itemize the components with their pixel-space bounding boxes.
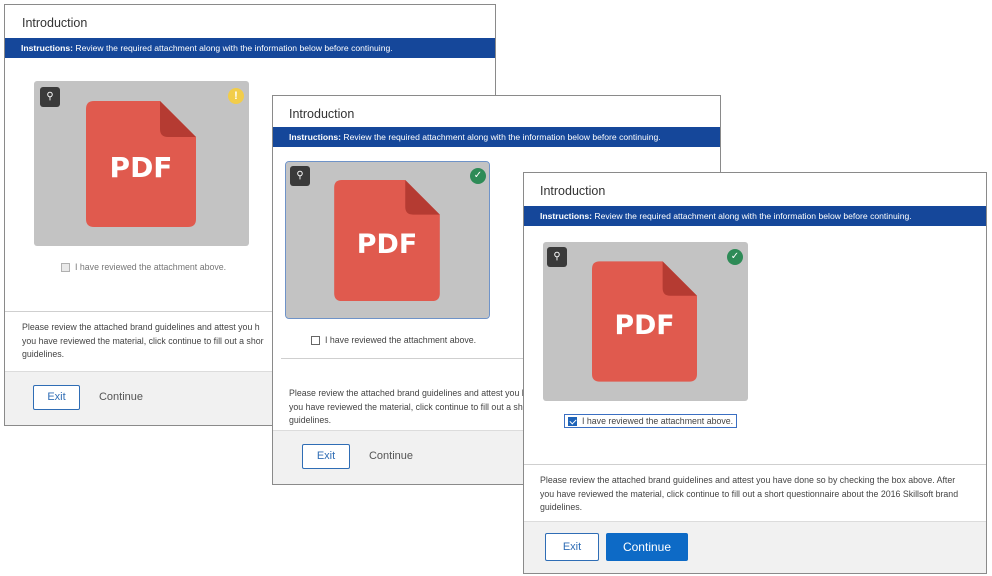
pdf-file-icon: PDF xyxy=(592,261,697,382)
description-text: Please review the attached brand guideli… xyxy=(540,475,959,512)
review-checkbox-row[interactable]: I have reviewed the attachment above. xyxy=(61,262,226,272)
continue-button[interactable]: Continue xyxy=(91,385,151,410)
instructions-bar: Instructions: Review the required attach… xyxy=(524,206,986,226)
attachment-preview[interactable]: ⚲ ✓ PDF xyxy=(543,242,748,401)
magnify-icon[interactable]: ⚲ xyxy=(290,166,310,186)
section-divider xyxy=(524,464,986,465)
dialog-window-3: Introduction Instructions: Review the re… xyxy=(523,172,987,574)
pdf-file-icon: PDF xyxy=(86,101,196,227)
dialog-footer: Exit Continue xyxy=(524,521,986,573)
review-checkbox-label: I have reviewed the attachment above. xyxy=(325,335,477,345)
instructions-label: Instructions: xyxy=(540,211,593,221)
exit-button[interactable]: Exit xyxy=(33,385,80,410)
pdf-label: PDF xyxy=(110,151,173,184)
attachment-preview[interactable]: ⚲ ! PDF xyxy=(34,81,249,246)
magnify-icon[interactable]: ⚲ xyxy=(40,87,60,107)
pdf-label: PDF xyxy=(357,229,417,260)
review-checkbox[interactable] xyxy=(568,416,577,426)
review-checkbox-row[interactable]: I have reviewed the attachment above. xyxy=(563,414,738,428)
instructions-text: Review the required attachment along wit… xyxy=(592,211,912,221)
instructions-text: Review the required attachment along wit… xyxy=(341,132,661,142)
instructions-bar: Instructions: Review the required attach… xyxy=(273,127,720,147)
instructions-bar: Instructions: Review the required attach… xyxy=(5,38,495,58)
instructions-text: Review the required attachment along wit… xyxy=(73,43,393,53)
exit-button[interactable]: Exit xyxy=(302,444,350,469)
continue-button[interactable]: Continue xyxy=(361,444,421,469)
continue-button[interactable]: Continue xyxy=(606,533,688,561)
magnify-icon[interactable]: ⚲ xyxy=(547,247,567,267)
window-title: Introduction xyxy=(540,184,606,198)
check-circle-icon: ✓ xyxy=(470,168,486,184)
instructions-label: Instructions: xyxy=(289,132,342,142)
attachment-preview[interactable]: ⚲ ✓ PDF xyxy=(285,161,490,319)
review-checkbox[interactable] xyxy=(61,262,70,272)
review-checkbox-label: I have reviewed the attachment above. xyxy=(582,416,734,426)
warning-icon: ! xyxy=(228,88,244,104)
pdf-label: PDF xyxy=(614,310,674,341)
review-checkbox[interactable] xyxy=(311,335,320,345)
exit-button[interactable]: Exit xyxy=(545,533,599,561)
instructions-label: Instructions: xyxy=(21,43,74,53)
review-checkbox-row[interactable]: I have reviewed the attachment above. xyxy=(311,335,476,345)
review-checkbox-label: I have reviewed the attachment above. xyxy=(75,262,227,272)
window-title: Introduction xyxy=(289,107,355,121)
check-circle-icon: ✓ xyxy=(727,249,743,265)
window-title: Introduction xyxy=(22,16,88,30)
pdf-file-icon: PDF xyxy=(334,180,440,301)
